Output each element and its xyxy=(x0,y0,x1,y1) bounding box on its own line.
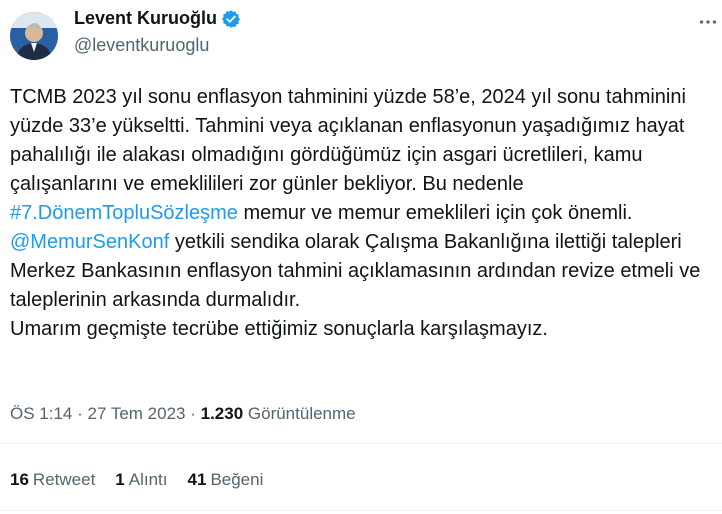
more-options-button[interactable] xyxy=(694,8,722,36)
likes-label: Beğeni xyxy=(210,470,264,489)
avatar[interactable] xyxy=(10,12,58,60)
retweets-label: Retweet xyxy=(32,470,96,489)
quotes-stat[interactable]: 1 Alıntı xyxy=(115,470,167,490)
divider xyxy=(0,510,722,511)
views-count: 1.230 xyxy=(200,404,244,423)
author-name[interactable]: Levent Kuruoğlu xyxy=(74,8,217,29)
views-label: Görüntülenme xyxy=(247,404,356,423)
engagement-stats: 16 Retweet 1 Alıntı 41 Beğeni xyxy=(10,470,263,490)
verified-badge-icon[interactable] xyxy=(221,9,241,29)
likes-stat[interactable]: 41 Beğeni xyxy=(188,470,264,490)
tweet-time[interactable]: ÖS 1:14 xyxy=(10,404,72,423)
quotes-count: 1 xyxy=(115,470,125,489)
meta-separator: · xyxy=(190,404,201,423)
meta-separator: · xyxy=(77,404,88,423)
retweets-stat[interactable]: 16 Retweet xyxy=(10,470,95,490)
avatar-image xyxy=(10,12,58,60)
tweet-text: TCMB 2023 yıl sonu enflasyon tahminini y… xyxy=(10,83,714,344)
tweet-paragraph-2: @MemurSenKonf yetkili sendika olarak Çal… xyxy=(10,231,701,311)
tweet-meta: ÖS 1:14 · 27 Tem 2023 · 1.230 Görüntülen… xyxy=(10,404,356,424)
mention-link[interactable]: @MemurSenKonf xyxy=(10,231,169,253)
likes-count: 41 xyxy=(187,470,207,489)
author-handle[interactable]: @leventkuruoglu xyxy=(74,35,209,56)
tweet-paragraph-1: TCMB 2023 yıl sonu enflasyon tahminini y… xyxy=(10,86,686,224)
hashtag-link[interactable]: #7.DönemTopluSözleşme xyxy=(10,202,238,224)
tweet-paragraph-3: Umarım geçmişte tecrübe ettiğimiz sonuçl… xyxy=(10,318,548,340)
more-horizontal-icon xyxy=(699,20,717,24)
tweet-date[interactable]: 27 Tem 2023 xyxy=(88,404,186,423)
retweets-count: 16 xyxy=(10,470,29,489)
divider xyxy=(0,443,722,444)
author-name-row[interactable]: Levent Kuruoğlu xyxy=(74,8,241,29)
quotes-label: Alıntı xyxy=(128,470,168,489)
